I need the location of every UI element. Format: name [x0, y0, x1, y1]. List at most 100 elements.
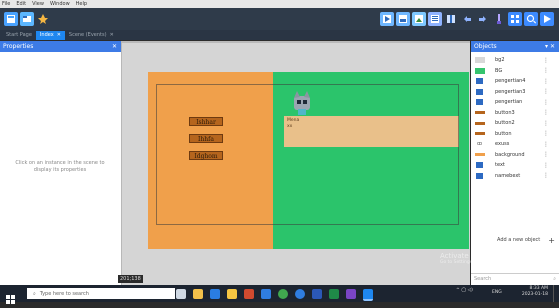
button-object-icon — [474, 131, 485, 137]
menu-help[interactable]: Help — [76, 0, 87, 8]
activate-title: Activate Windows — [440, 252, 503, 260]
objects-header: Objects ▾ ✕ — [471, 41, 559, 52]
tab-label: Scene (Events) — [68, 32, 107, 38]
more-options-icon[interactable]: ⋮ — [543, 162, 549, 169]
build-tool-icon[interactable] — [36, 12, 50, 26]
menu-edit[interactable]: Edit — [16, 0, 26, 8]
object-item[interactable]: pengertian ⋮ — [471, 97, 559, 108]
object-name: button — [495, 130, 512, 137]
menu-bar: File Edit View Window Help — [0, 0, 559, 8]
tab-label: Start Page — [6, 32, 32, 38]
files-icon[interactable] — [227, 288, 237, 299]
add-object-label: Add a new object — [497, 237, 541, 243]
tab-scene-events[interactable]: Scene (Events) ✕ — [65, 31, 118, 40]
brush-icon[interactable] — [492, 12, 506, 26]
object-name: button3 — [495, 109, 515, 116]
object-item[interactable]: button2 ⋮ — [471, 118, 559, 129]
object-rect-icon — [474, 67, 485, 74]
task-view-icon[interactable] — [176, 288, 186, 299]
preview-icon[interactable] — [540, 12, 554, 26]
more-options-icon[interactable]: ⋮ — [543, 130, 549, 137]
more-options-icon[interactable]: ⋮ — [543, 151, 549, 158]
object-name: pengertian — [495, 99, 523, 106]
object-item[interactable]: button3 ⋮ — [471, 108, 559, 119]
scene-editor[interactable]: Mena xx Ishhar Ihhfa Idghom 201;138 — [118, 41, 470, 285]
layout-icon[interactable] — [428, 12, 442, 26]
object-name: text — [495, 162, 505, 169]
windows-start-icon[interactable] — [6, 289, 15, 304]
open-project-icon[interactable] — [20, 12, 34, 26]
window-frame — [156, 84, 459, 225]
grid-icon[interactable] — [508, 12, 522, 26]
chrome-icon[interactable] — [278, 288, 288, 299]
object-name: BG — [495, 67, 503, 74]
language-indicator[interactable]: ENG — [492, 290, 502, 295]
button-object-icon — [474, 110, 485, 116]
run-icon[interactable] — [380, 12, 394, 26]
object-rect-icon — [474, 57, 485, 64]
object-item[interactable]: pengertian3 ⋮ — [471, 87, 559, 98]
close-icon[interactable]: ✕ — [110, 31, 114, 40]
menu-window[interactable]: Window — [50, 0, 70, 8]
object-item[interactable]: ꝏ exuss ⋮ — [471, 139, 559, 150]
taskbar-search[interactable]: ⌕ Type here to search — [27, 288, 175, 299]
object-name: background — [495, 151, 525, 158]
store-icon[interactable] — [210, 288, 220, 299]
excel-icon[interactable] — [329, 288, 339, 299]
more-options-icon[interactable]: ⋮ — [543, 141, 549, 148]
more-options-icon[interactable]: ⋮ — [543, 67, 549, 74]
more-options-icon[interactable]: ⋮ — [543, 99, 549, 106]
edge-icon[interactable] — [295, 288, 305, 299]
object-item[interactable]: BG ⋮ — [471, 66, 559, 77]
taskbar: ⌕ Type here to search ^ ◯ ◁) ENG 8:33 AM… — [0, 285, 559, 304]
properties-panel: Properties ✕ Click on an instance in the… — [0, 41, 122, 285]
book-icon[interactable] — [444, 12, 458, 26]
object-item[interactable]: button ⋮ — [471, 129, 559, 140]
search-icon: ⌕ — [33, 290, 36, 297]
more-options-icon[interactable]: ⋮ — [543, 120, 549, 127]
close-icon[interactable]: ✕ — [57, 31, 61, 40]
search-placeholder: Search — [474, 276, 492, 282]
object-item[interactable]: text ⋮ — [471, 160, 559, 171]
objects-list: bg2 ⋮ BG ⋮ pengertian4 ⋮ pengertian3 ⋮ p… — [471, 55, 559, 181]
word-icon[interactable] — [312, 288, 322, 299]
tab-index[interactable]: Index ✕ — [35, 31, 65, 40]
toolbar — [0, 8, 559, 30]
more-options-icon[interactable]: ⋮ — [543, 172, 549, 179]
object-name: namebext — [495, 172, 521, 179]
menu-view[interactable]: View — [32, 0, 44, 8]
panel-controls-icon[interactable]: ▾ ✕ — [545, 41, 555, 52]
object-item[interactable]: bg2 ⋮ — [471, 55, 559, 66]
redo-icon[interactable] — [476, 12, 490, 26]
undo-icon[interactable] — [460, 12, 474, 26]
tray-icons[interactable]: ^ ◯ ◁) — [456, 288, 473, 293]
close-icon[interactable]: ✕ — [112, 41, 117, 52]
new-project-icon[interactable] — [4, 12, 18, 26]
more-options-icon[interactable]: ⋮ — [543, 78, 549, 85]
objects-search-input[interactable]: Search ⌕ — [471, 273, 559, 284]
menu-file[interactable]: File — [2, 0, 10, 8]
plus-icon[interactable]: + — [548, 236, 555, 245]
clock[interactable]: 8:33 AM 2023-01-18 — [510, 286, 548, 298]
office-icon[interactable] — [244, 288, 254, 299]
object-item[interactable]: pengertian4 ⋮ — [471, 76, 559, 87]
explorer-icon[interactable] — [193, 288, 203, 299]
mail-icon[interactable] — [261, 288, 271, 299]
background-object-icon — [474, 152, 485, 158]
app-icon[interactable] — [346, 288, 356, 299]
properties-empty-message: Click on an instance in the scene to dis… — [15, 160, 105, 173]
text-object-icon — [474, 172, 485, 179]
tab-start-page[interactable]: Start Page — [2, 31, 36, 40]
add-object-row[interactable]: Add a new object + — [471, 235, 559, 245]
show-desktop-button[interactable] — [553, 285, 559, 302]
more-options-icon[interactable]: ⋮ — [543, 88, 549, 95]
object-item[interactable]: background ⋮ — [471, 150, 559, 161]
export-icon[interactable] — [396, 12, 410, 26]
more-options-icon[interactable]: ⋮ — [543, 109, 549, 116]
object-name: pengertian4 — [495, 78, 526, 85]
more-options-icon[interactable]: ⋮ — [543, 57, 549, 64]
zoom-icon[interactable] — [524, 12, 538, 26]
image-icon[interactable] — [412, 12, 426, 26]
object-item[interactable]: namebext ⋮ — [471, 171, 559, 182]
editor-icon[interactable] — [363, 288, 373, 301]
